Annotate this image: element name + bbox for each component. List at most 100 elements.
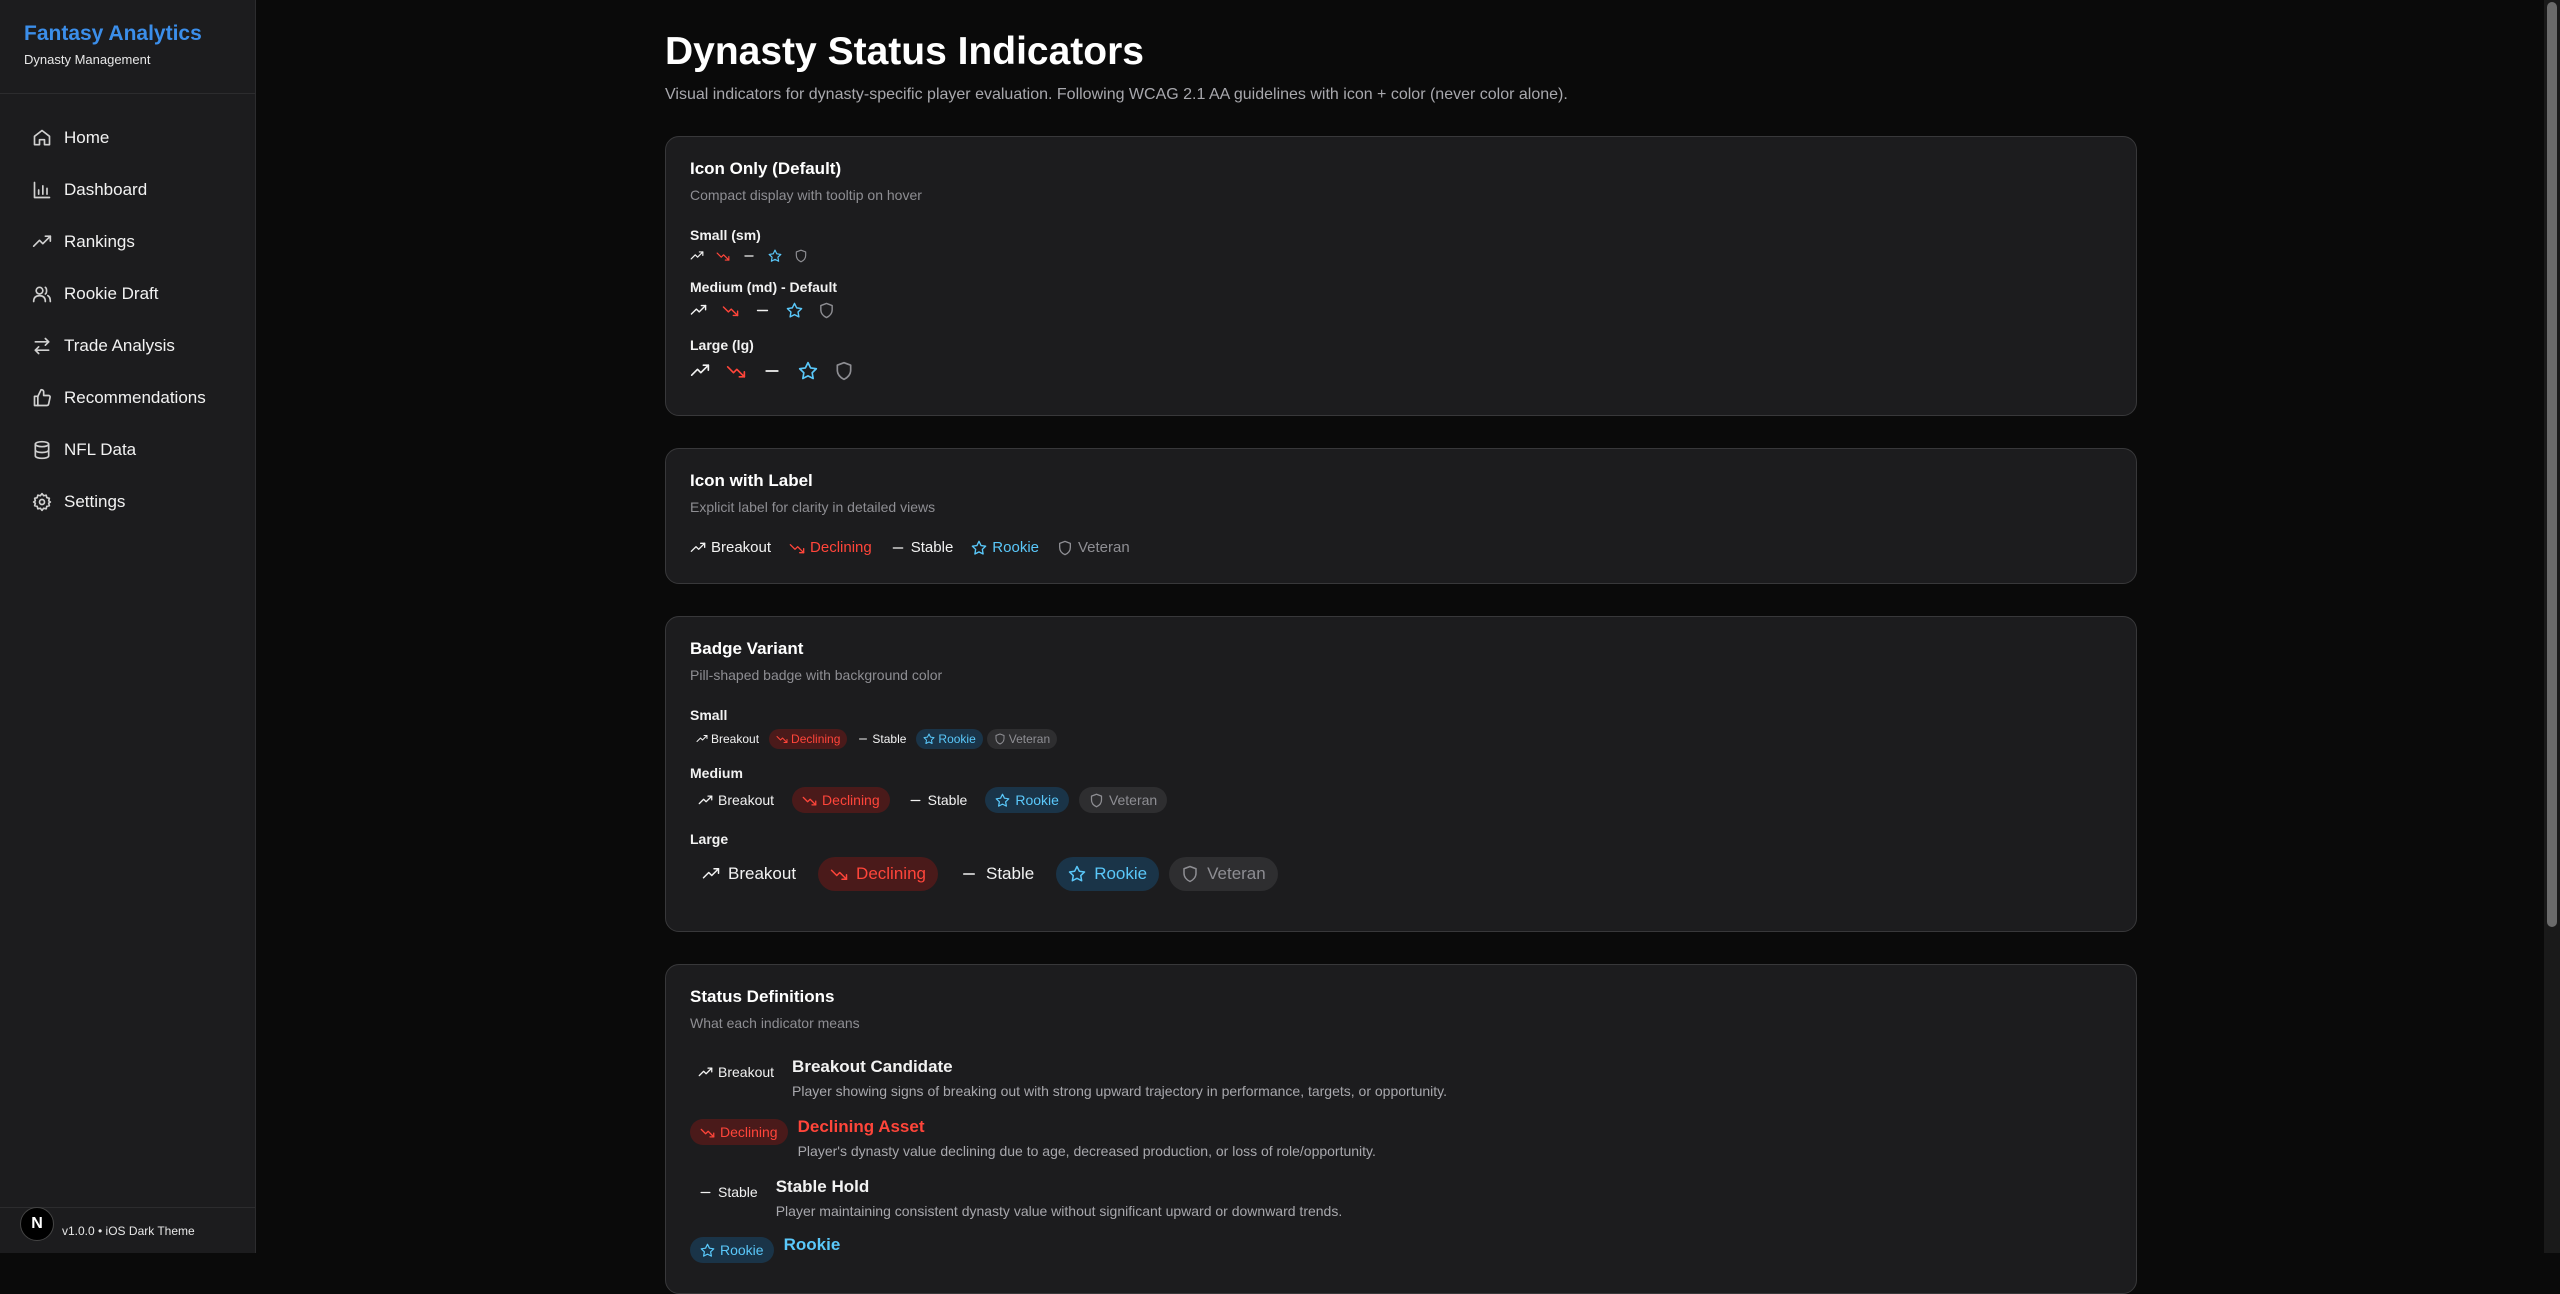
sidebar-item-label: Dashboard bbox=[64, 180, 148, 199]
badge-stable[interactable]: Stable bbox=[900, 787, 976, 813]
status-breakout[interactable]: Breakout bbox=[690, 539, 771, 556]
shield-icon bbox=[1089, 793, 1104, 808]
sidebar-item-home[interactable]: Home bbox=[0, 112, 255, 164]
icon-row-medium bbox=[690, 302, 2112, 319]
status-declining[interactable]: Declining bbox=[789, 539, 872, 556]
sidebar-item-recommendations[interactable]: Recommendations bbox=[0, 372, 255, 424]
star-icon[interactable] bbox=[768, 249, 782, 263]
size-label-large: Large (lg) bbox=[690, 337, 754, 353]
badge-rookie[interactable]: Rookie bbox=[690, 1237, 774, 1263]
badge-breakout[interactable]: Breakout bbox=[690, 857, 808, 891]
badge-label: Rookie bbox=[720, 1242, 764, 1258]
sidebar-item-label: NFL Data bbox=[64, 440, 137, 459]
page-subtitle: Visual indicators for dynasty-specific p… bbox=[665, 86, 1568, 103]
minus-icon[interactable] bbox=[762, 361, 782, 381]
size-label-small: Small (sm) bbox=[690, 227, 761, 243]
trending-down-icon[interactable] bbox=[716, 249, 730, 263]
status-stable[interactable]: Stable bbox=[890, 539, 953, 556]
sidebar-item-trade-analysis[interactable]: Trade Analysis bbox=[0, 320, 255, 372]
badge-breakout[interactable]: Breakout bbox=[690, 729, 765, 749]
trending-down-icon[interactable] bbox=[726, 361, 746, 381]
star-icon bbox=[1068, 865, 1086, 883]
minus-icon bbox=[960, 865, 978, 883]
badge-breakout[interactable]: Breakout bbox=[690, 1059, 782, 1085]
size-label-large: Large bbox=[690, 831, 729, 847]
app-title[interactable]: Fantasy Analytics bbox=[24, 22, 231, 46]
badge-label: Breakout bbox=[711, 732, 760, 746]
badge-label: Veteran bbox=[1008, 732, 1051, 746]
card-title: Status Definitions bbox=[690, 987, 835, 1006]
minus-icon[interactable] bbox=[742, 249, 756, 263]
star-icon[interactable] bbox=[798, 361, 818, 381]
shield-icon[interactable] bbox=[818, 302, 835, 319]
definition-desc: Player showing signs of breaking out wit… bbox=[792, 1083, 1448, 1099]
card-subtitle: Explicit label for clarity in detailed v… bbox=[690, 499, 936, 515]
label-row: Breakout Declining Stable Rookie Veteran bbox=[690, 539, 2112, 556]
status-veteran[interactable]: Veteran bbox=[1057, 539, 1130, 556]
badge-label: Rookie bbox=[1015, 792, 1059, 808]
icon-label-card: Icon with Label Explicit label for clari… bbox=[665, 448, 2137, 584]
trending-down-icon bbox=[700, 1125, 715, 1140]
card-subtitle: What each indicator means bbox=[690, 1015, 860, 1031]
sidebar-nav: Home Dashboard Rankings Rookie Draft Tra… bbox=[0, 94, 255, 528]
badge-label: Declining bbox=[856, 864, 926, 883]
badge-label: Veteran bbox=[1108, 792, 1158, 808]
badge-veteran[interactable]: Veteran bbox=[1169, 857, 1278, 891]
badge-declining[interactable]: Declining bbox=[690, 1119, 788, 1145]
size-label-medium: Medium bbox=[690, 765, 743, 781]
app-subtitle: Dynasty Management bbox=[24, 52, 151, 67]
trending-up-icon[interactable] bbox=[690, 249, 704, 263]
badge-rookie[interactable]: Rookie bbox=[1056, 857, 1160, 891]
trending-up-icon bbox=[696, 733, 708, 745]
badge-rookie[interactable]: Rookie bbox=[985, 787, 1069, 813]
sidebar-item-dashboard[interactable]: Dashboard bbox=[0, 164, 255, 216]
minus-icon bbox=[890, 540, 906, 556]
shield-icon bbox=[1057, 540, 1073, 556]
badge-stable[interactable]: Stable bbox=[851, 729, 912, 749]
scrollbar-thumb[interactable] bbox=[2547, 2, 2557, 927]
badge-label: Stable bbox=[718, 1184, 758, 1200]
badge-veteran[interactable]: Veteran bbox=[1078, 787, 1168, 813]
sidebar-item-label: Rankings bbox=[64, 232, 135, 251]
card-subtitle: Compact display with tooltip on hover bbox=[690, 187, 922, 203]
definition-stable: Stable Stable Hold Player maintaining co… bbox=[690, 1177, 1342, 1219]
status-label: Declining bbox=[810, 539, 872, 556]
badge-breakout[interactable]: Breakout bbox=[690, 787, 782, 813]
brand: Fantasy Analytics Dynasty Management bbox=[0, 0, 255, 94]
badge-label: Rookie bbox=[938, 732, 976, 746]
database-icon bbox=[34, 440, 50, 460]
card-title: Icon with Label bbox=[690, 471, 813, 490]
trending-down-icon[interactable] bbox=[722, 302, 739, 319]
card-subtitle: Pill-shaped badge with background color bbox=[690, 667, 943, 683]
card-title: Icon Only (Default) bbox=[690, 159, 842, 178]
badge-stable[interactable]: Stable bbox=[948, 857, 1046, 891]
sidebar-item-settings[interactable]: Settings bbox=[0, 476, 255, 528]
shield-icon[interactable] bbox=[834, 361, 854, 381]
gear-icon bbox=[32, 492, 52, 512]
sidebar-item-rookie-draft[interactable]: Rookie Draft bbox=[0, 268, 255, 320]
badge-stable[interactable]: Stable bbox=[690, 1179, 766, 1205]
trending-up-icon[interactable] bbox=[690, 302, 707, 319]
badge-label: Breakout bbox=[718, 792, 775, 808]
scrollbar[interactable] bbox=[2544, 0, 2560, 1253]
badge-declining[interactable]: Declining bbox=[818, 857, 938, 891]
minus-icon bbox=[908, 793, 923, 808]
trending-up-icon[interactable] bbox=[690, 361, 710, 381]
badge-rookie[interactable]: Rookie bbox=[916, 729, 983, 749]
trending-up-icon bbox=[698, 793, 713, 808]
star-icon[interactable] bbox=[786, 302, 803, 319]
status-definitions-card: Status Definitions What each indicator m… bbox=[665, 964, 2137, 1294]
badge-veteran[interactable]: Veteran bbox=[986, 729, 1058, 749]
n-logo-badge[interactable]: N bbox=[20, 1207, 54, 1241]
badge-label: Stable bbox=[872, 732, 907, 746]
badge-declining[interactable]: Declining bbox=[769, 729, 848, 749]
status-rookie[interactable]: Rookie bbox=[971, 539, 1039, 556]
sidebar-item-nfl-data[interactable]: NFL Data bbox=[0, 424, 255, 476]
minus-icon[interactable] bbox=[754, 302, 771, 319]
sidebar-item-rankings[interactable]: Rankings bbox=[0, 216, 255, 268]
shield-icon[interactable] bbox=[794, 249, 808, 263]
home-icon bbox=[33, 129, 51, 146]
badge-row-large: Breakout Declining Stable Rookie Veteran bbox=[690, 857, 2112, 891]
card-title: Badge Variant bbox=[690, 639, 804, 658]
badge-declining[interactable]: Declining bbox=[792, 787, 890, 813]
